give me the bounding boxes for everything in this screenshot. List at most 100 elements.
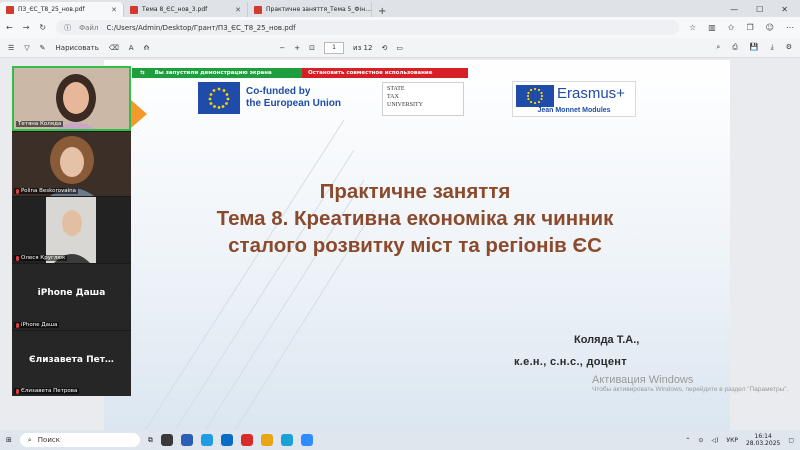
split-screen-icon[interactable]: ▥ (708, 23, 716, 32)
video-participants-panel[interactable]: Тетяна Коляда Polina Beskorovaina Олеся … (12, 66, 131, 396)
stop-sharing-label: Остановить совместное использование (308, 70, 433, 76)
pdf-file-icon (6, 5, 14, 14)
participant-display-name: iPhone Даша (37, 288, 106, 298)
minimize-button[interactable]: — (730, 5, 738, 14)
participant-video (12, 132, 131, 196)
tab-label: Тема 8_ЄС_нов_3.pdf (142, 6, 208, 13)
slide-author: Коляда Т.А., (574, 334, 640, 346)
search-icon[interactable]: ⌕ (716, 43, 720, 52)
participant-name-text: Єлизавета Петрова (21, 388, 78, 394)
window-controls: — ☐ ✕ (730, 5, 800, 17)
close-window-button[interactable]: ✕ (781, 5, 788, 14)
participant-name-text: Олеся Круглюк (21, 255, 66, 261)
browser-actions: ☆ ▥ ✩ ❐ ☺ ⋯ (689, 23, 794, 32)
erasmus-wordmark: Erasmus+ (557, 85, 625, 102)
share-status: ⇆ Вы запустили демонстрацию экрана (132, 68, 302, 78)
new-tab-button[interactable]: + (372, 6, 392, 17)
outlook-icon[interactable] (220, 434, 233, 446)
participant-tile[interactable]: Polina Beskorovaina (12, 132, 131, 196)
pdf-actions: ⌕ ⎙ 💾 ⤓ ⚙ (716, 43, 792, 52)
close-tab-icon[interactable]: ✕ (235, 6, 241, 14)
draw-icon[interactable]: ✎ (40, 44, 46, 52)
save-icon[interactable]: 💾 (750, 43, 759, 52)
address-bar-row: ← → ↻ ⓘ Файл C:/Users/Admin/Desktop/Гран… (0, 17, 800, 38)
favorite-star-icon[interactable]: ☆ (689, 23, 696, 32)
edge-icon[interactable] (200, 434, 213, 446)
participant-name-text: Polina Beskorovaina (21, 188, 77, 194)
stop-sharing-button[interactable]: Остановить совместное использование (302, 68, 468, 78)
volume-icon[interactable]: ◁) (711, 437, 718, 444)
system-tray: ⌃ ⊙ ◁) УКР 16:14 28.03.2025 ▢ (685, 433, 794, 447)
close-tab-icon[interactable]: ✕ (111, 6, 117, 14)
tab-label: П3_ЄС_Т8_25_нов.pdf (18, 6, 85, 13)
participant-tile[interactable]: iPhone Даша iPhone Даша (12, 264, 131, 330)
browser-tab[interactable]: Практичне заняття_Тема 5_Фін… ✕ (248, 2, 372, 17)
activation-hint: Чтобы активировать Windows, перейдите в … (592, 386, 789, 393)
start-icon[interactable]: ⊞ (6, 436, 12, 444)
jean-monnet-label: Jean Monnet Modules (537, 107, 611, 114)
activation-title: Активация Windows (592, 374, 694, 386)
reload-icon[interactable]: ↻ (39, 23, 46, 32)
page-number-input[interactable]: 1 (324, 41, 345, 54)
participant-tile[interactable]: Тетяна Коляда (12, 66, 131, 131)
profile-icon[interactable]: ☺ (766, 23, 774, 32)
more-menu-icon[interactable]: ⋯ (786, 23, 794, 32)
zoom-in-icon[interactable]: + (294, 44, 300, 52)
eu-flag-icon (198, 82, 240, 114)
participant-tile[interactable]: Олеся Круглюк (12, 197, 131, 263)
highlight-icon[interactable]: ▽ (24, 44, 29, 52)
slide-author-degree: к.е.н., с.н.с., доцент (514, 356, 627, 368)
read-aloud-icon[interactable]: ⟰ (144, 44, 150, 52)
rotate-icon[interactable]: ⟲ (381, 44, 387, 52)
save-as-icon[interactable]: ⤓ (771, 43, 774, 52)
notifications-icon[interactable]: ▢ (788, 437, 794, 444)
browser-tab[interactable]: П3_ЄС_Т8_25_нов.pdf ✕ (0, 2, 124, 17)
zoom-icon[interactable] (300, 434, 313, 446)
stu-logo-line: STATE (387, 86, 405, 92)
participant-name-text: Тетяна Коляда (18, 121, 62, 127)
telegram-icon[interactable] (280, 434, 293, 446)
back-icon[interactable]: ← (6, 23, 13, 32)
word-icon[interactable] (180, 434, 193, 446)
url-path: C:/Users/Admin/Desktop/Грант/П3_ЄС_Т8_25… (106, 23, 296, 32)
taskbar-search[interactable]: ⌕ Поиск (19, 433, 140, 447)
participant-tile[interactable]: Єлизавета Пет… Єлизавета Петрова (12, 331, 131, 396)
favorites-icon[interactable]: ✩ (728, 23, 735, 32)
participant-name: Тетяна Коляда (16, 121, 64, 127)
slide-title: Практичне заняття Тема 8. Креативна екон… (150, 178, 680, 259)
pdf-toolbar: ☰ ▽ ✎ Нарисовать ⌫ A ⟰ − + ⊡ 1 из 12 ⟲ ▭… (0, 38, 800, 58)
collections-icon[interactable]: ❐ (746, 23, 753, 32)
eraser-icon[interactable]: ⌫ (109, 44, 119, 52)
windows-activation-watermark: Активация Windows Чтобы активировать Win… (592, 374, 792, 394)
language-indicator[interactable]: УКР (726, 437, 738, 444)
chrome-icon[interactable] (260, 434, 273, 446)
text-icon[interactable]: A (129, 44, 134, 52)
clock-time: 16:14 (754, 433, 772, 440)
address-bar[interactable]: ⓘ Файл C:/Users/Admin/Desktop/Грант/П3_Є… (56, 20, 680, 35)
zoom-out-icon[interactable]: − (279, 44, 285, 52)
draw-button[interactable]: Нарисовать (56, 44, 99, 52)
settings-icon[interactable]: ⚙ (786, 43, 792, 52)
tray-expand-icon[interactable]: ⌃ (685, 437, 690, 444)
eu-flag-icon (516, 85, 554, 107)
participant-name: Polina Beskorovaina (14, 188, 79, 194)
mic-muted-icon (16, 255, 19, 261)
mic-muted-icon (16, 388, 19, 394)
state-tax-university-logo: STATE TAX UNIVERSITY (382, 82, 464, 116)
browser-tab[interactable]: Тема 8_ЄС_нов_3.pdf ✕ (124, 2, 248, 17)
contents-icon[interactable]: ☰ (8, 44, 14, 52)
page-view-icon[interactable]: ▭ (396, 44, 403, 52)
print-icon[interactable]: ⎙ (732, 43, 738, 52)
forward-icon[interactable]: → (23, 23, 30, 32)
participant-name: Єлизавета Петрова (14, 388, 80, 394)
eu-logo-line: the European Union (246, 98, 341, 109)
network-icon[interactable]: ⊙ (698, 437, 703, 444)
opera-icon[interactable] (240, 434, 253, 446)
fit-page-icon[interactable]: ⊡ (309, 44, 315, 52)
pdf-file-icon (130, 5, 138, 14)
task-view-icon[interactable]: ⧉ (148, 436, 153, 445)
file-explorer-icon[interactable] (160, 434, 173, 446)
clock[interactable]: 16:14 28.03.2025 (746, 433, 780, 447)
maximize-button[interactable]: ☐ (756, 5, 763, 14)
mic-muted-icon (16, 188, 19, 194)
